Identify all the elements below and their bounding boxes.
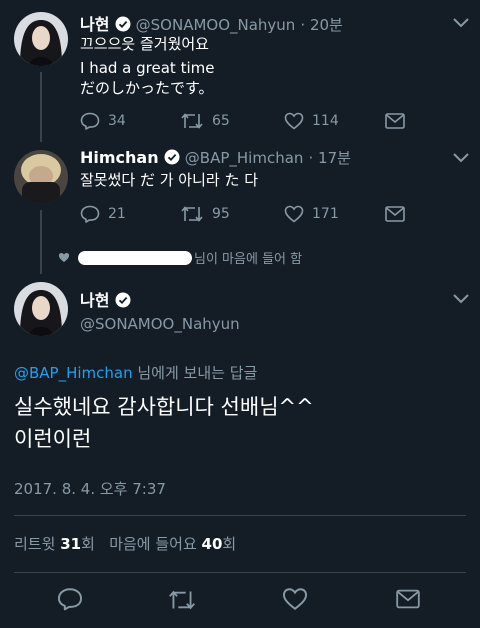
heart-icon <box>284 205 304 223</box>
reply-button[interactable]: 34 <box>80 112 126 130</box>
chevron-down-icon[interactable] <box>452 152 470 164</box>
heart-icon <box>58 253 70 262</box>
author-name[interactable]: Himchan <box>80 148 159 167</box>
reply-icon <box>80 112 100 130</box>
author-block: 나현 @SONAMOO_Nahyun <box>80 287 240 333</box>
retweets-label: 리트윗 <box>14 535 56 553</box>
avatar[interactable] <box>14 150 68 204</box>
tweet-time[interactable]: · 20분 <box>300 16 342 34</box>
liked-notice-text: 님이 마음에 들어 함 <box>194 252 303 267</box>
tweet-line: 실수했네요 감사합니다 선배님^^ <box>14 395 314 419</box>
direct-message-icon[interactable] <box>385 206 405 222</box>
tweet-line: 끄으으읏 즐거웠어요 <box>80 35 209 53</box>
tweet-time[interactable]: · 17분 <box>309 149 351 167</box>
tweet-timestamp[interactable]: 2017. 8. 4. 오후 7:37 <box>14 478 166 499</box>
heart-icon <box>284 112 304 130</box>
author-handle[interactable]: @SONAMOO_Nahyun <box>80 315 240 333</box>
retweet-icon <box>181 206 203 222</box>
tweet-header: Himchan @BAP_Himchan · 17분 <box>80 147 351 168</box>
author-handle[interactable]: @BAP_Himchan <box>185 149 304 167</box>
like-count: 114 <box>312 113 339 129</box>
avatar[interactable] <box>14 282 68 336</box>
reply-count: 34 <box>108 113 126 129</box>
retweet-count: 95 <box>212 206 230 222</box>
likes-count: 40 <box>201 535 223 553</box>
thread-line <box>40 72 42 142</box>
verified-icon <box>115 292 131 308</box>
direct-message-icon[interactable] <box>385 113 405 129</box>
tweet-line: だのしかったです。 <box>80 79 214 97</box>
verified-icon <box>115 16 131 32</box>
divider <box>14 572 466 573</box>
redacted-name <box>78 250 192 265</box>
likes-label: 마음에 들어요 <box>109 535 197 553</box>
tweet-text: 끄으으읏 즐거웠어요 I had a great time だのしかったです。 <box>80 34 214 98</box>
author-name[interactable]: 나현 <box>80 15 109 34</box>
tweet-line: I had a great time <box>80 59 215 77</box>
liked-notice: 님이 마음에 들어 함 <box>58 248 302 267</box>
tweet-header: 나현 @SONAMOO_Nahyun · 20분 <box>80 11 343 35</box>
likes-stat[interactable]: 마음에 들어요 40회 <box>109 535 236 553</box>
thread-line <box>40 210 42 274</box>
avatar[interactable] <box>14 12 68 66</box>
chevron-down-icon[interactable] <box>452 293 470 305</box>
author-name[interactable]: 나현 <box>80 291 109 310</box>
author-handle[interactable]: @SONAMOO_Nahyun <box>136 16 296 34</box>
reply-button[interactable]: 21 <box>80 205 126 223</box>
like-button[interactable]: 114 <box>284 112 339 130</box>
engagement-stats: 리트윗 31회 마음에 들어요 40회 <box>14 533 236 554</box>
retweets-count: 31 <box>60 535 82 553</box>
reply-icon[interactable] <box>57 587 83 611</box>
divider <box>14 515 466 516</box>
retweet-button[interactable]: 95 <box>180 205 230 223</box>
reply-context: @BAP_Himchan 님에게 보내는 답글 <box>14 362 257 383</box>
reply-to-suffix: 님에게 보내는 답글 <box>132 364 258 382</box>
retweets-stat[interactable]: 리트윗 31회 <box>14 535 95 553</box>
reply-to-link[interactable]: @BAP_Himchan <box>14 364 133 382</box>
direct-message-icon[interactable] <box>396 589 420 609</box>
tweet-text: 실수했네요 감사합니다 선배님^^ 이런이런 <box>14 391 314 455</box>
reply-icon <box>80 205 100 223</box>
retweet-icon <box>181 113 203 129</box>
like-button[interactable]: 171 <box>284 205 339 223</box>
retweet-count: 65 <box>212 113 230 129</box>
heart-icon[interactable] <box>282 587 308 611</box>
retweets-unit: 회 <box>81 535 95 553</box>
like-count: 171 <box>312 206 339 222</box>
tweet-text: 잘못썼다 だ 가 아니라 た 다 <box>80 171 259 189</box>
tweet-line: 이런이런 <box>14 427 92 451</box>
verified-icon <box>164 149 180 165</box>
retweet-button[interactable]: 65 <box>180 112 230 130</box>
retweet-icon[interactable] <box>167 589 197 611</box>
reply-count: 21 <box>108 206 126 222</box>
likes-unit: 회 <box>222 535 237 553</box>
chevron-down-icon[interactable] <box>452 17 470 29</box>
